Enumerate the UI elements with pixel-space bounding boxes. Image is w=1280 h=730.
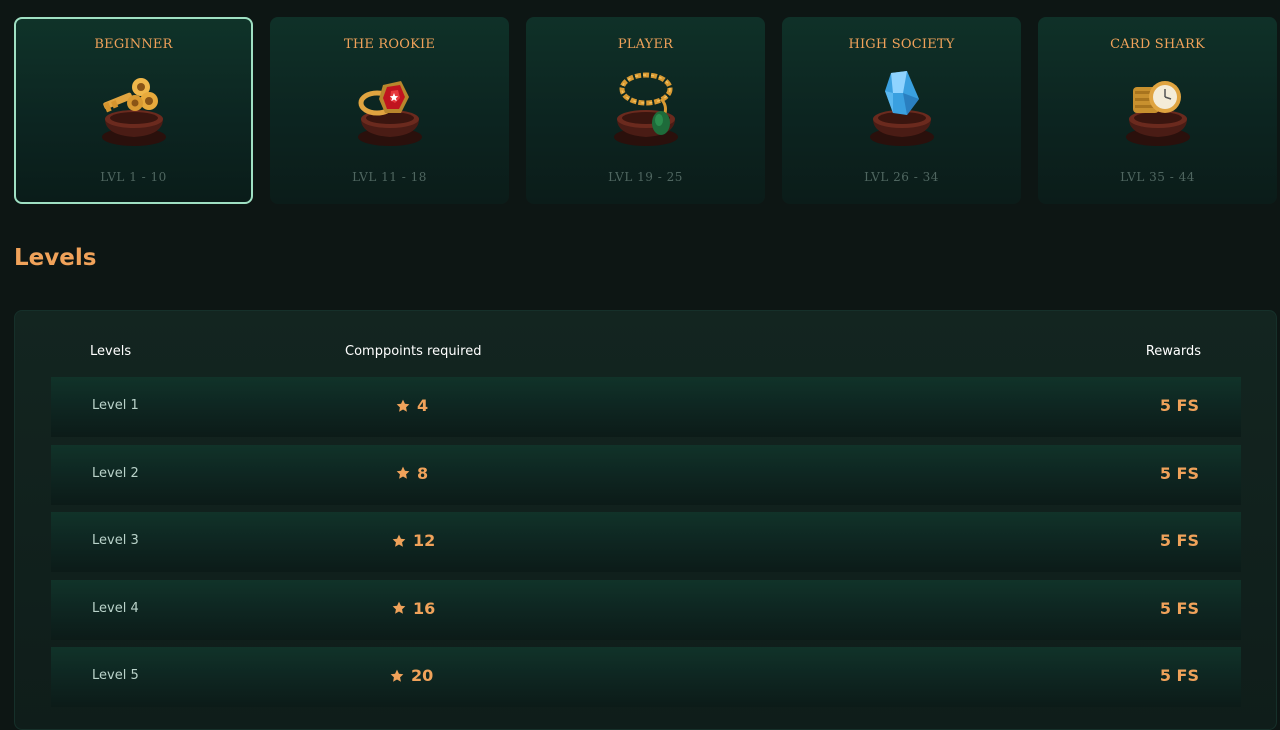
tier-level-range: LVL 35 - 44 (1120, 170, 1195, 184)
tier-name: BEGINNER (94, 37, 173, 52)
table-row[interactable]: Level 5 20 5 FS (51, 647, 1241, 707)
star-icon (390, 669, 404, 682)
reward-cell: 5 FS (1159, 531, 1199, 550)
reward-cell: 5 FS (1159, 598, 1199, 618)
points-cell: 12 (391, 531, 435, 550)
tier-level-range: LVL 19 - 25 (608, 170, 683, 184)
blue-diamond-icon (869, 71, 934, 146)
tier-level-range: LVL 11 - 18 (352, 170, 427, 184)
points-value: 16 (413, 598, 436, 618)
level-cell: Level 1 (92, 398, 139, 413)
column-header-comppoints: Comppoints required (345, 344, 482, 359)
points-value: 12 (413, 531, 436, 550)
table-row[interactable]: Level 1 4 5 FS (51, 377, 1241, 437)
column-header-rewards: Rewards (1145, 344, 1201, 359)
tier-level-range: LVL 26 - 34 (864, 170, 939, 184)
points-value: 4 (417, 396, 429, 415)
tier-name: THE ROOKIE (343, 37, 436, 52)
points-cell: 8 (395, 464, 428, 483)
level-cell: Level 4 (92, 600, 139, 616)
reward-cell: 5 FS (1159, 463, 1199, 483)
level-cell: Level 5 (92, 668, 139, 683)
ruby-ring-icon (357, 81, 422, 146)
gold-watch-icon (1125, 81, 1190, 146)
star-icon (392, 534, 406, 547)
tier-card-high-society[interactable]: HIGH SOCIETY LVL 26 - 34 (782, 17, 1021, 204)
levels-table: Levels Comppoints required Rewards Level… (14, 310, 1277, 730)
tier-card-player[interactable]: PLAYER LVL 19 - 25 (526, 17, 765, 204)
tier-level-range: LVL 1 - 10 (100, 170, 167, 184)
table-body: Level 1 4 5 FS Level 2 8 5 FS Level 3 12… (51, 377, 1241, 715)
points-value: 8 (417, 463, 429, 483)
gold-chain-icon (613, 72, 678, 146)
points-cell: 16 (391, 599, 435, 618)
star-icon (396, 399, 410, 412)
level-cell: Level 2 (92, 465, 139, 481)
tier-card-the-rookie[interactable]: THE ROOKIE LVL 11 - 18 (270, 17, 509, 204)
points-cell: 4 (395, 396, 428, 415)
tier-name: HIGH SOCIETY (848, 37, 955, 52)
tier-tabs: BEGINNER LVL 1 - 10 THE ROOKIE LVL 11 - … (14, 17, 1277, 204)
table-row[interactable]: Level 2 8 5 FS (51, 444, 1241, 505)
column-header-levels: Levels (90, 344, 132, 359)
table-row[interactable]: Level 4 16 5 FS (51, 579, 1241, 640)
level-cell: Level 3 (92, 533, 139, 548)
table-header: Levels Comppoints required Rewards (15, 344, 1276, 364)
tier-name: CARD SHARK (1110, 37, 1205, 52)
table-row[interactable]: Level 3 12 5 FS (51, 512, 1241, 572)
points-value: 20 (411, 666, 434, 685)
page-title: Levels (14, 245, 97, 271)
tier-card-card-shark[interactable]: CARD SHARK LVL 35 - 44 (1038, 17, 1277, 204)
star-icon (392, 601, 406, 614)
reward-cell: 5 FS (1159, 396, 1199, 415)
tier-card-beginner[interactable]: BEGINNER LVL 1 - 10 (14, 17, 253, 204)
golden-key-icon (101, 78, 166, 146)
star-icon (396, 466, 410, 479)
reward-cell: 5 FS (1159, 666, 1199, 685)
tier-name: PLAYER (617, 37, 674, 52)
points-cell: 20 (389, 666, 433, 685)
